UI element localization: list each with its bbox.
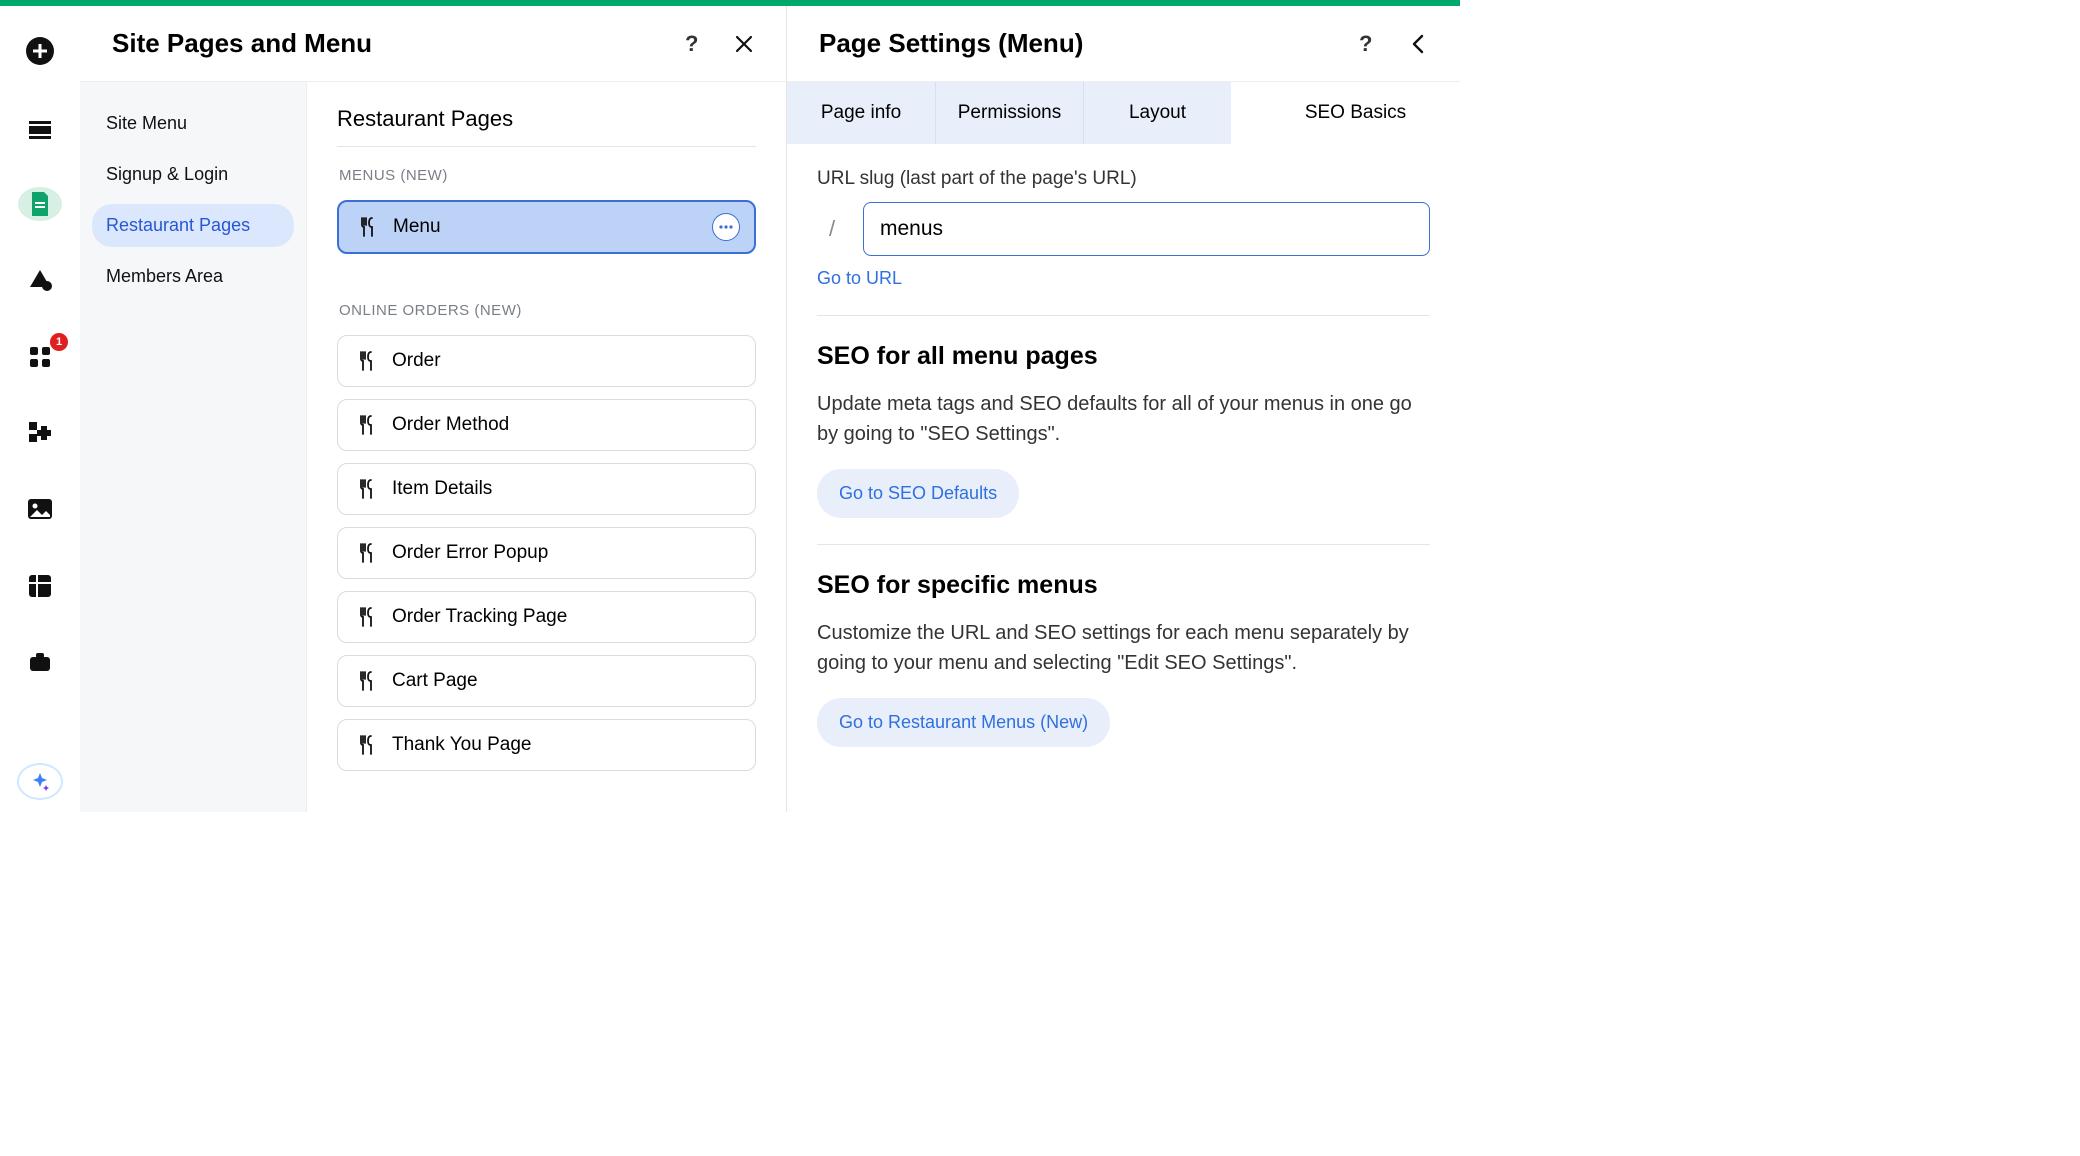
restaurant-icon: [356, 350, 378, 372]
rail-add-button[interactable]: [18, 34, 62, 68]
tab-seo-basics[interactable]: SEO Basics: [1231, 82, 1460, 144]
rail-design-icon[interactable]: [18, 263, 62, 297]
page-card-label: Order: [392, 350, 441, 372]
restaurant-icon: [356, 542, 378, 564]
page-card-cart[interactable]: Cart Page: [337, 655, 756, 707]
page-settings-panel: Page Settings (Menu) ? Page info Permiss…: [787, 6, 1460, 812]
rail-addons-icon[interactable]: [18, 416, 62, 450]
restaurant-menus-button[interactable]: Go to Restaurant Menus (New): [817, 698, 1110, 747]
seo-all-section: SEO for all menu pages Update meta tags …: [817, 315, 1430, 518]
tab-layout[interactable]: Layout: [1083, 82, 1231, 144]
page-groups-nav: Site Menu Signup & Login Restaurant Page…: [80, 82, 307, 812]
rail-media-icon[interactable]: [18, 492, 62, 526]
page-more-button[interactable]: [712, 213, 740, 241]
help-button[interactable]: ?: [676, 30, 704, 58]
restaurant-icon: [357, 216, 379, 238]
page-card-order-method[interactable]: Order Method: [337, 399, 756, 451]
page-card-menu[interactable]: Menu: [337, 200, 756, 254]
restaurant-icon: [356, 734, 378, 756]
tab-permissions[interactable]: Permissions: [935, 82, 1083, 144]
app-root: 1 Site Pages and Menu ?: [0, 6, 1460, 812]
page-settings-title: Page Settings (Menu): [819, 28, 1083, 59]
close-button[interactable]: [730, 30, 758, 58]
pages-column-title: Restaurant Pages: [337, 106, 756, 147]
settings-body: URL slug (last part of the page's URL) /…: [787, 144, 1460, 771]
nav-restaurant-pages[interactable]: Restaurant Pages: [92, 204, 294, 247]
nav-members-area[interactable]: Members Area: [92, 255, 294, 298]
rail-business-icon[interactable]: [18, 645, 62, 679]
site-pages-title: Site Pages and Menu: [112, 28, 372, 59]
seo-specific-body: Customize the URL and SEO settings for e…: [817, 618, 1430, 678]
pages-list-column: Restaurant Pages MENUS (NEW) Menu ONLINE…: [307, 82, 786, 812]
settings-tabs: Page info Permissions Layout SEO Basics: [787, 82, 1460, 144]
page-card-thank-you[interactable]: Thank You Page: [337, 719, 756, 771]
seo-defaults-button[interactable]: Go to SEO Defaults: [817, 469, 1019, 518]
site-pages-header: Site Pages and Menu ?: [80, 6, 786, 82]
rail-ai-button[interactable]: [17, 763, 63, 800]
page-card-label: Menu: [393, 216, 441, 238]
page-card-label: Thank You Page: [392, 734, 531, 756]
page-card-label: Item Details: [392, 478, 492, 500]
nav-site-menu[interactable]: Site Menu: [92, 102, 294, 145]
page-card-order-error[interactable]: Order Error Popup: [337, 527, 756, 579]
page-card-label: Order Error Popup: [392, 542, 548, 564]
page-settings-header: Page Settings (Menu) ?: [787, 6, 1460, 82]
slug-input[interactable]: [863, 202, 1430, 256]
group-orders-label: ONLINE ORDERS (NEW): [339, 302, 754, 319]
page-card-order[interactable]: Order: [337, 335, 756, 387]
slug-slash: /: [817, 216, 847, 242]
settings-back-button[interactable]: [1404, 30, 1432, 58]
rail-apps-icon[interactable]: 1: [18, 339, 62, 373]
page-card-order-tracking[interactable]: Order Tracking Page: [337, 591, 756, 643]
rail-apps-badge: 1: [50, 333, 68, 351]
seo-all-heading: SEO for all menu pages: [817, 342, 1430, 371]
rail-cms-icon[interactable]: [18, 569, 62, 603]
site-pages-panel: Site Pages and Menu ? Site Menu Signup &…: [80, 6, 787, 812]
page-card-label: Order Tracking Page: [392, 606, 567, 628]
rail-pages-icon[interactable]: [18, 187, 62, 221]
nav-signup-login[interactable]: Signup & Login: [92, 153, 294, 196]
restaurant-icon: [356, 414, 378, 436]
tool-rail: 1: [0, 6, 80, 812]
settings-help-button[interactable]: ?: [1350, 30, 1378, 58]
slug-field-label: URL slug (last part of the page's URL): [817, 168, 1430, 190]
restaurant-icon: [356, 670, 378, 692]
svg-text:?: ?: [685, 32, 698, 56]
restaurant-icon: [356, 478, 378, 500]
page-card-label: Order Method: [392, 414, 509, 436]
svg-text:?: ?: [1359, 32, 1372, 56]
group-menus-label: MENUS (NEW): [339, 167, 754, 184]
tab-page-info[interactable]: Page info: [787, 82, 935, 144]
restaurant-icon: [356, 606, 378, 628]
go-to-url-link[interactable]: Go to URL: [817, 268, 902, 288]
rail-sections-icon[interactable]: [18, 110, 62, 144]
seo-specific-section: SEO for specific menus Customize the URL…: [817, 544, 1430, 747]
seo-all-body: Update meta tags and SEO defaults for al…: [817, 389, 1430, 449]
page-card-label: Cart Page: [392, 670, 478, 692]
seo-specific-heading: SEO for specific menus: [817, 571, 1430, 600]
page-card-item-details[interactable]: Item Details: [337, 463, 756, 515]
